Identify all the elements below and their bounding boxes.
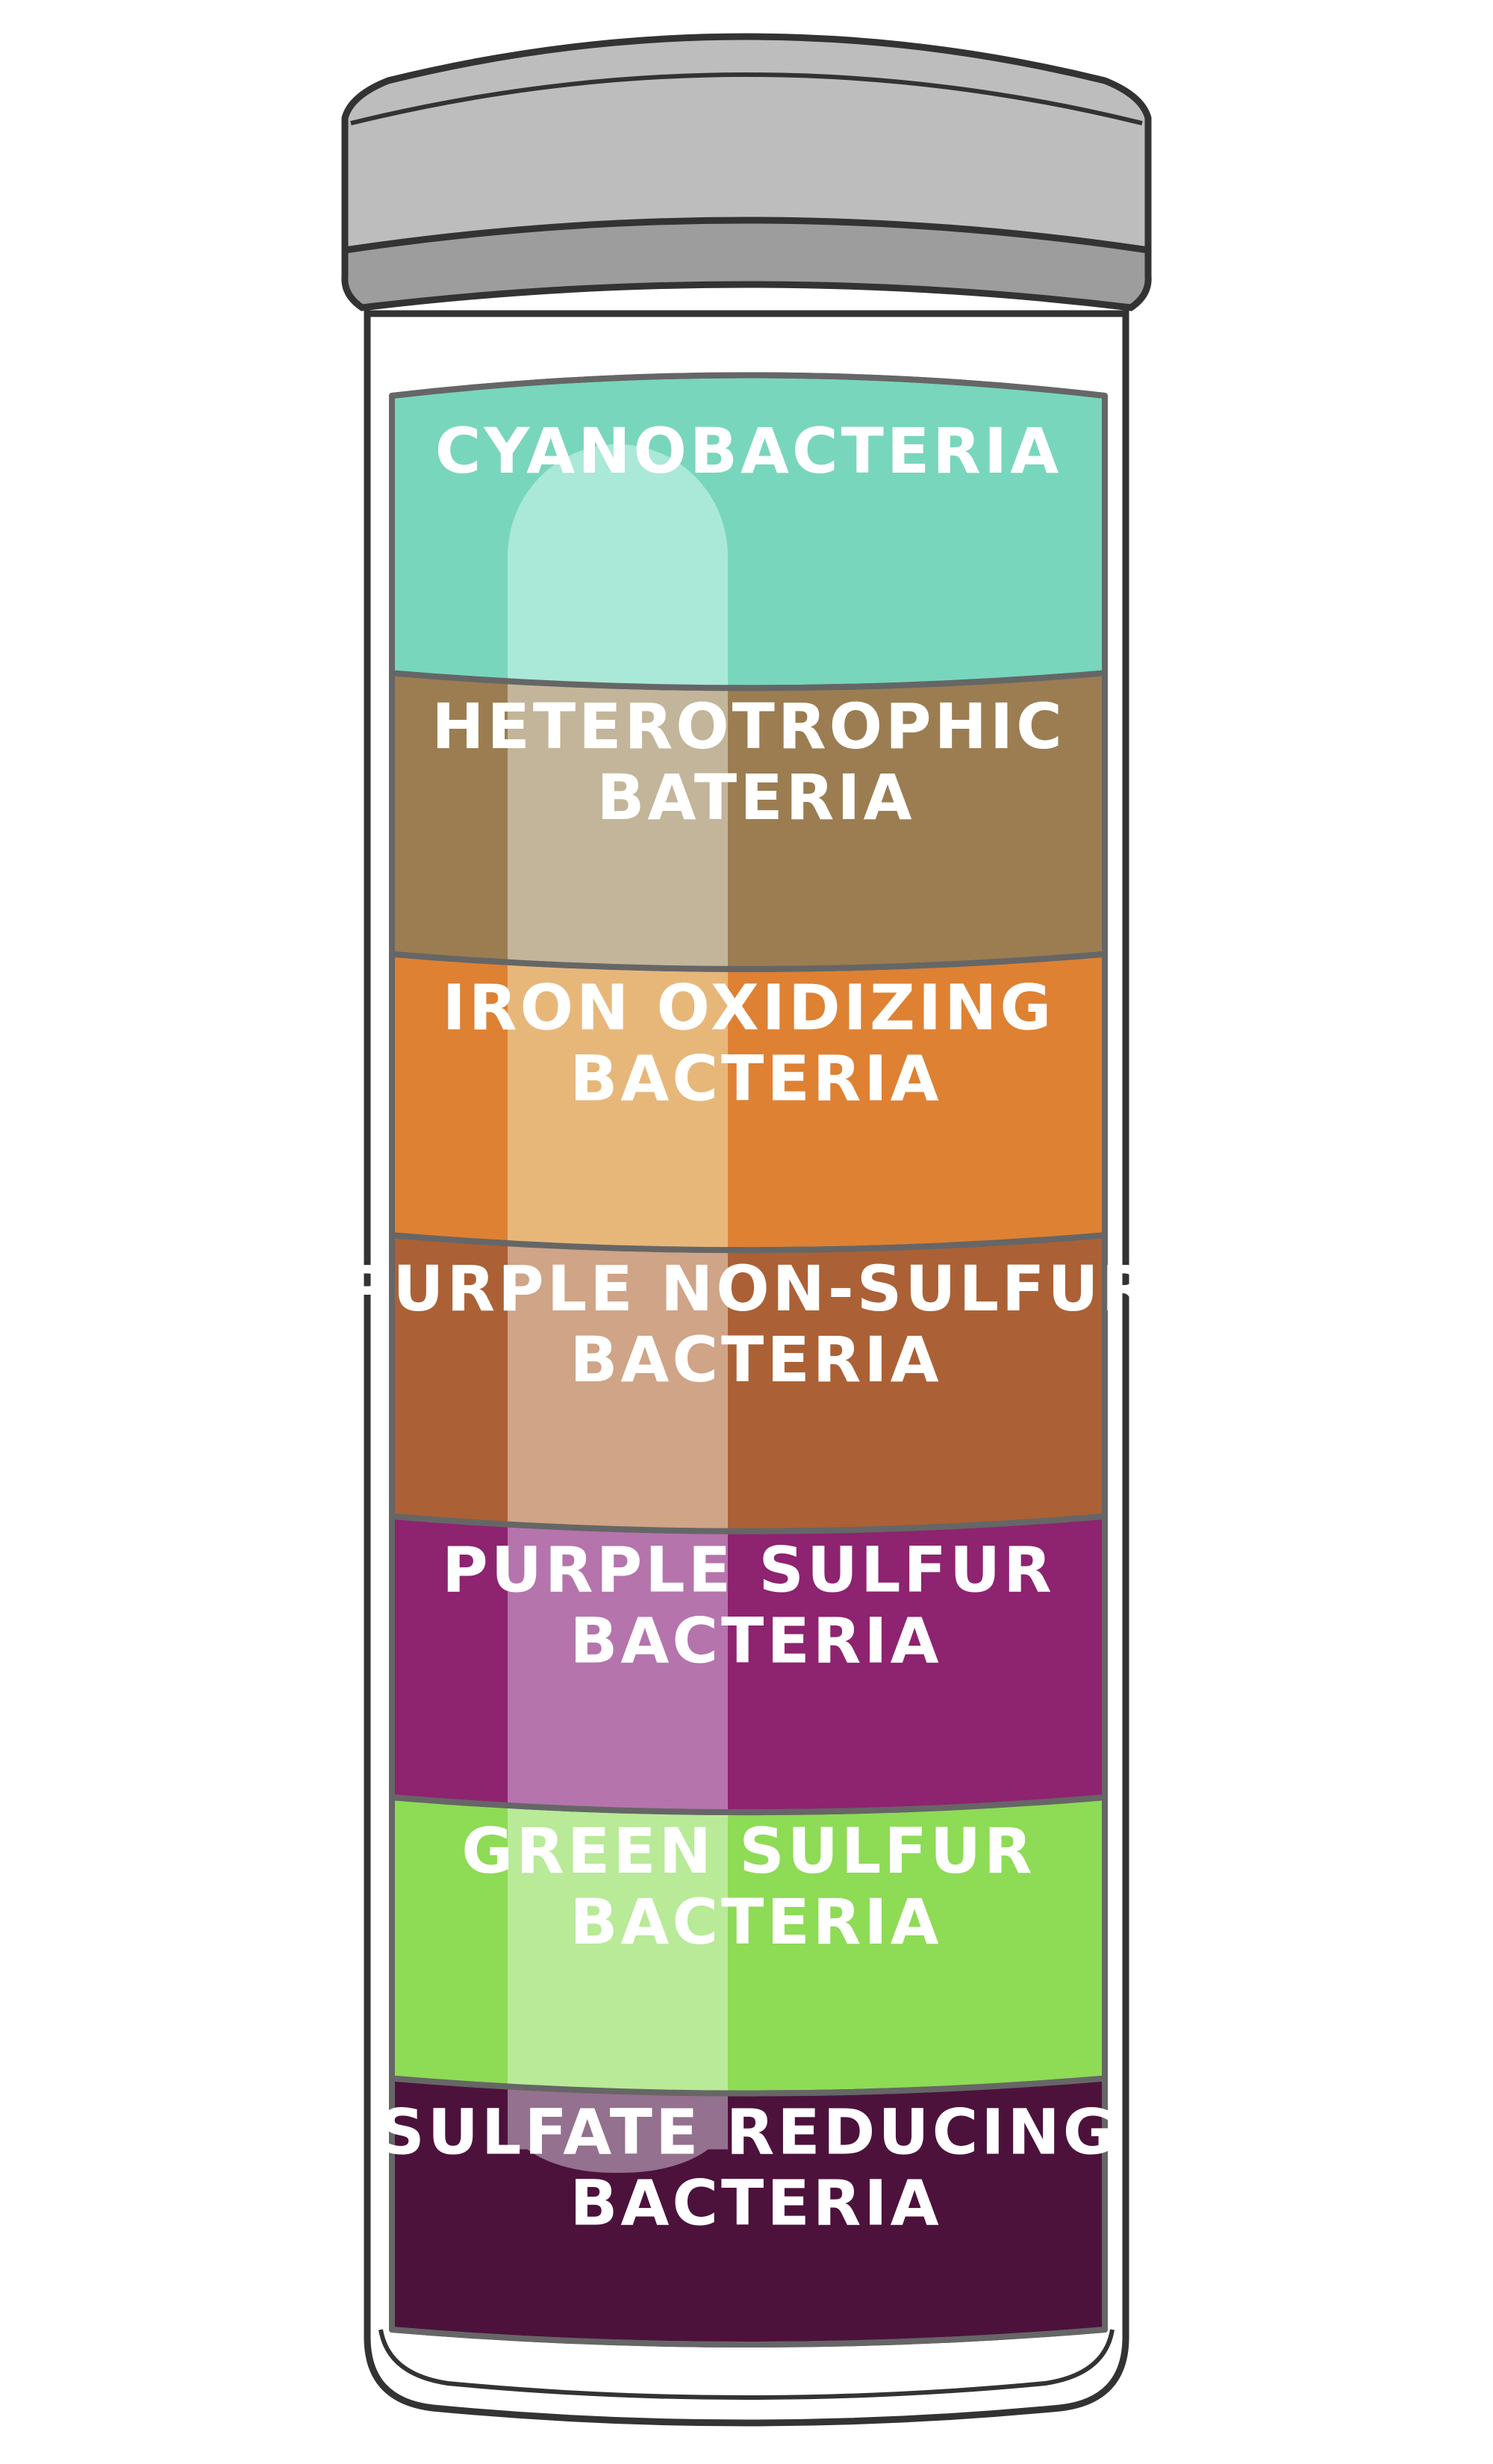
layer-purple-non-sulfur-bacteria: PURPLE NON-SULFURBACTERIA [344,1217,1153,1534]
layer-heterotrophic-bacteria: HETEROTROPHICBATERIA [389,655,1108,972]
layer-green-sulfur-bacteria: GREEN SULFURBACTERIA [389,1779,1108,2097]
layer-iron-oxidizing-bacteria: IRON OXIDIZINGBACTERIA [389,936,1108,1254]
layer-label-line: CYANOBACTERIA [435,414,1062,488]
layer-label-line: GREEN SULFUR [461,1814,1035,1888]
layer-label-line: HETEROTROPHIC [431,690,1065,763]
layer-label-line: PURPLE SULFUR [442,1533,1055,1606]
layer-label-line: PURPLE NON-SULFUR [344,1252,1153,1325]
layer-label-line: BACTERIA [570,1604,941,1677]
layer-label-line: IRON OXIDIZING [443,971,1055,1045]
jar-lid [341,33,1152,311]
layer-label-line: SULFATE REDUCING [379,2095,1118,2168]
lid-top [341,33,1152,255]
layer-label-line: BACTERIA [570,1885,941,1959]
winogradsky-column-diagram: SULFATE REDUCINGBACTERIAGREEN SULFURBACT… [341,33,1153,2427]
layer-purple-sulfur-bacteria: PURPLE SULFURBACTERIA [389,1498,1108,1816]
layer-label-line: BACTERIA [570,2166,941,2239]
layer-stack: SULFATE REDUCINGBACTERIAGREEN SULFURBACT… [344,372,1153,2348]
layer-label-line: BACTERIA [570,1042,941,1116]
layer-sulfate-reducing-bacteria: SULFATE REDUCINGBACTERIA [379,2060,1118,2348]
layer-label-line: BATERIA [596,761,914,834]
layer-label-line: BACTERIA [570,1323,941,1396]
